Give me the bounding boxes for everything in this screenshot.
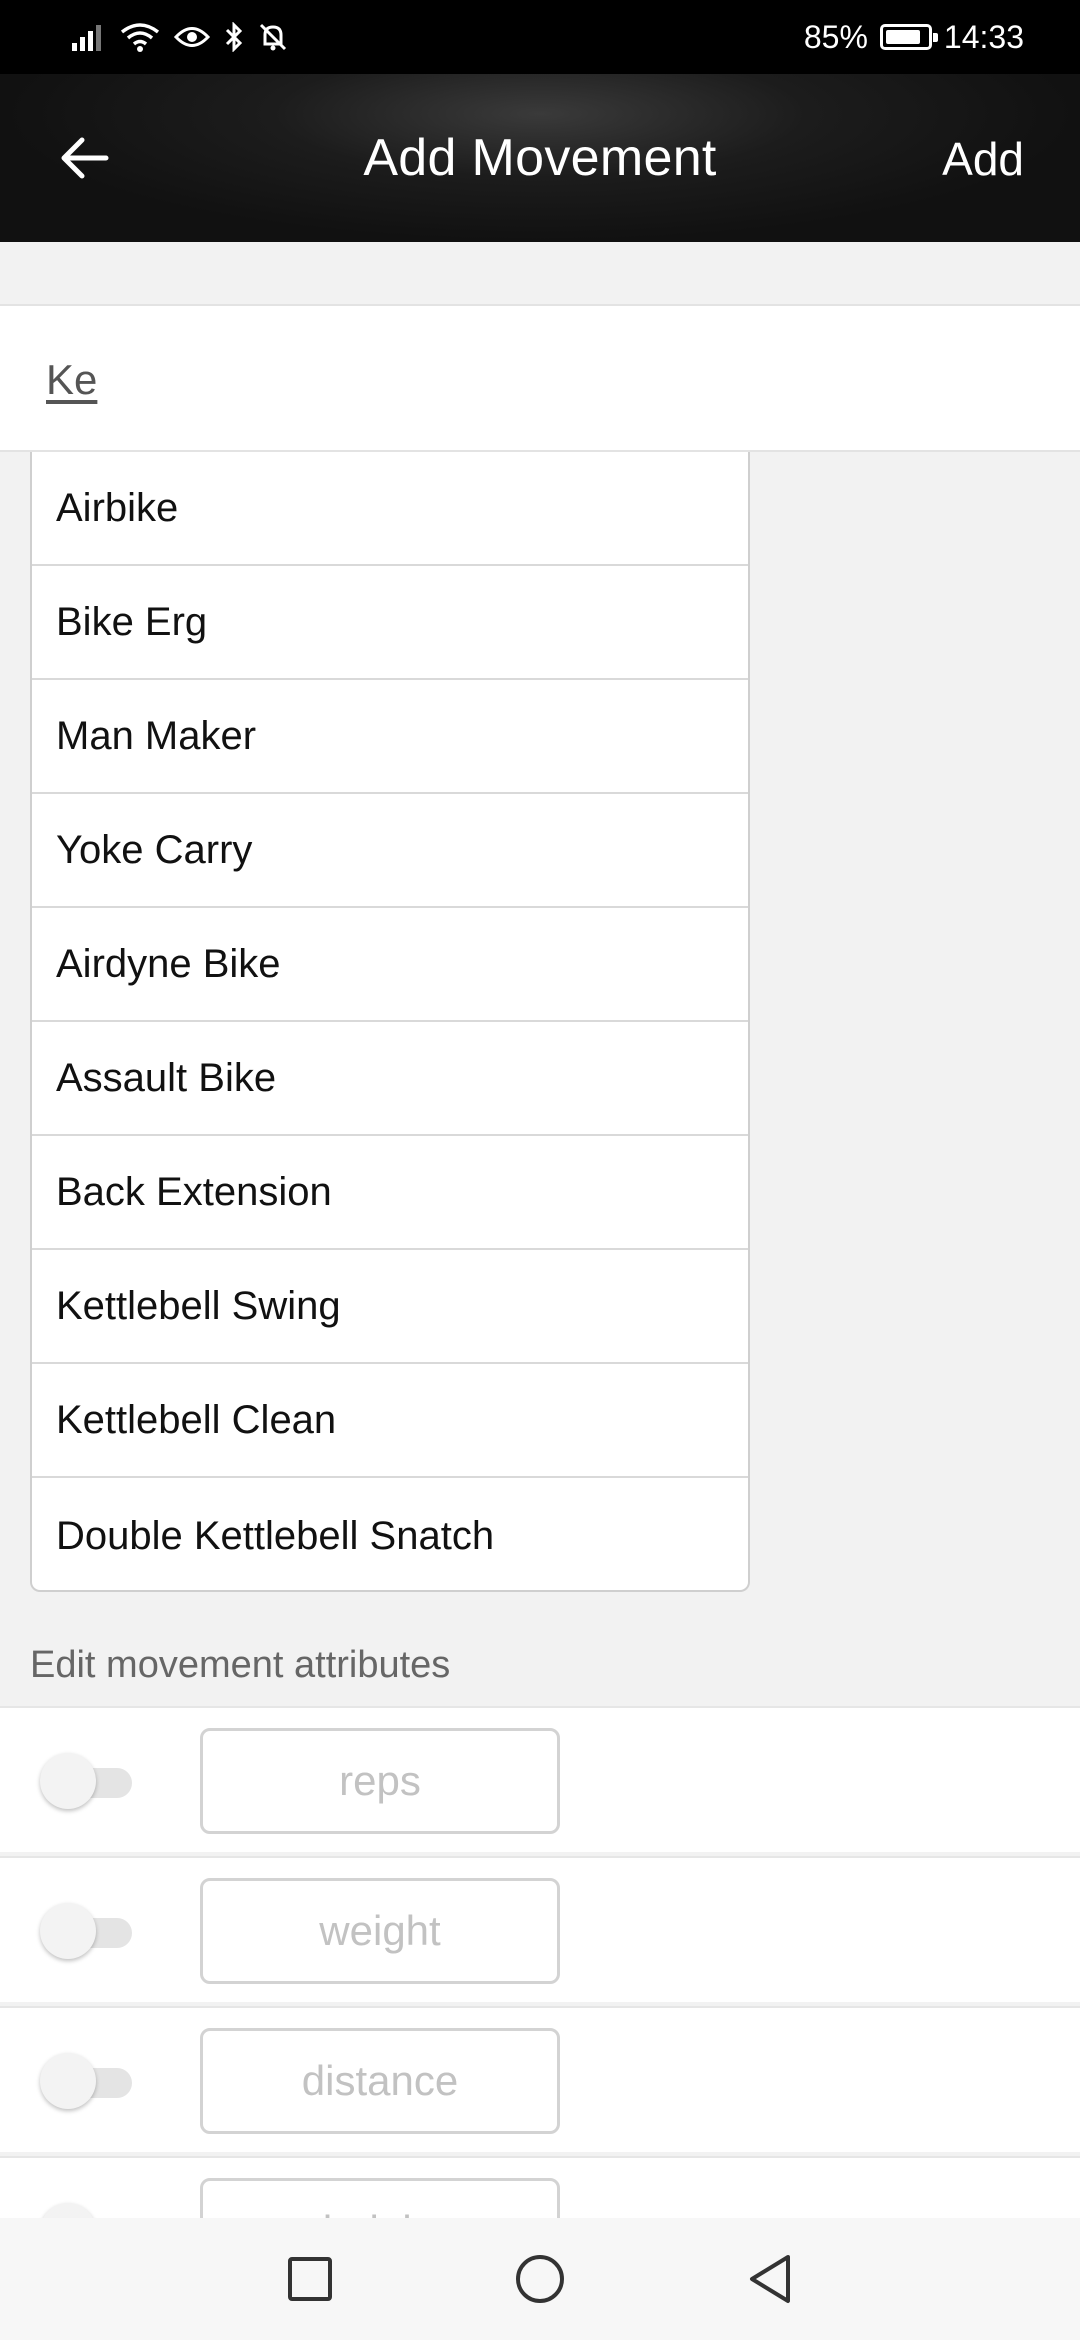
movement-search-field[interactable]: Ke (0, 304, 1080, 452)
attribute-toggle[interactable] (40, 1900, 136, 1960)
eye-icon (174, 24, 210, 50)
attribute-row: distance (0, 2006, 1080, 2152)
signal-icon (72, 23, 106, 51)
bluetooth-icon (224, 22, 244, 52)
attribute-input[interactable]: distance (200, 2028, 560, 2134)
recents-button[interactable] (270, 2239, 350, 2319)
suggestion-item[interactable]: Airdyne Bike (32, 908, 748, 1022)
add-button[interactable]: Add (942, 132, 1024, 186)
nav-back-button[interactable] (730, 2239, 810, 2319)
suggestions-dropdown: Airbike Bike Erg Man Maker Yoke Carry Airdyn… (30, 452, 750, 1592)
attribute-input[interactable]: weight (200, 1878, 560, 1984)
attribute-toggle[interactable] (40, 2050, 136, 2110)
battery-icon (879, 24, 938, 50)
suggestion-item[interactable]: Bike Erg (32, 566, 748, 680)
toggle-knob (40, 1753, 96, 1809)
movement-search-input[interactable]: Ke (46, 356, 97, 404)
status-icons (72, 22, 288, 52)
wifi-icon (120, 22, 160, 52)
back-triangle-icon (750, 2255, 790, 2303)
attribute-input[interactable]: reps (200, 1728, 560, 1834)
toggle-knob (40, 1903, 96, 1959)
home-circle-icon (516, 2255, 564, 2303)
status-bar: 85% 14:33 (0, 0, 1080, 74)
app-bar: Add Movement Add (0, 74, 1080, 242)
attribute-toggle[interactable] (40, 1750, 136, 1810)
bell-off-icon (258, 22, 288, 52)
suggestion-item[interactable]: Kettlebell Swing (32, 1250, 748, 1364)
suggestion-item[interactable]: Back Extension (32, 1136, 748, 1250)
attribute-row: weight (0, 1856, 1080, 2002)
toggle-knob (40, 2053, 96, 2109)
attribute-row: reps (0, 1706, 1080, 1852)
suggestion-item[interactable]: Assault Bike (32, 1022, 748, 1136)
suggestion-item[interactable]: Double Kettlebell Snatch (32, 1478, 748, 1590)
recents-square-icon (288, 2257, 332, 2301)
clock: 14:33 (943, 18, 1024, 55)
suggestion-item[interactable]: Yoke Carry (32, 794, 748, 908)
page-title: Add Movement (363, 129, 717, 187)
battery-level (885, 30, 920, 44)
suggestion-item[interactable]: Man Maker (32, 680, 748, 794)
system-nav-bar (0, 2218, 1080, 2340)
suggestion-item[interactable]: Kettlebell Clean (32, 1364, 748, 1478)
home-button[interactable] (500, 2239, 580, 2319)
section-label: Edit movement attributes (30, 1644, 451, 1686)
suggestion-item[interactable]: Airbike (32, 452, 748, 566)
battery-percent: 85% (803, 18, 868, 55)
status-right: 85% 14:33 (804, 19, 1024, 56)
